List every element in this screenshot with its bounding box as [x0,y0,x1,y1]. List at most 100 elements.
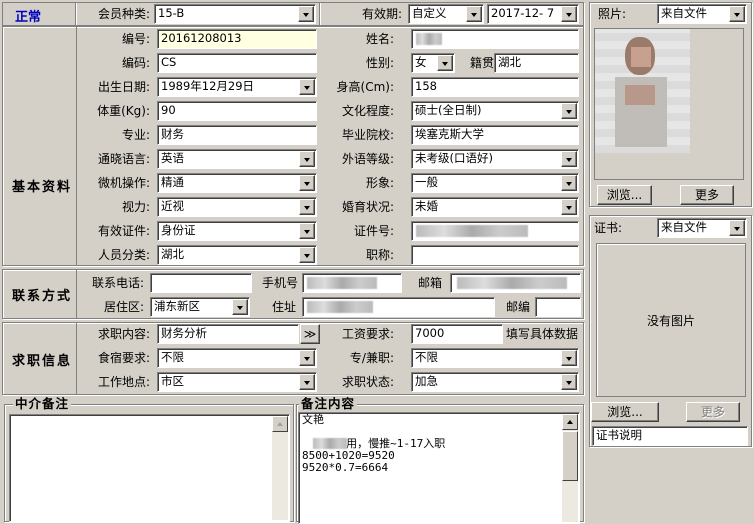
language-select[interactable]: 英语 [157,149,317,169]
scroll-up-icon[interactable] [562,414,578,430]
origin-label: 籍贯 [469,56,494,70]
chevron-down-icon[interactable] [299,199,315,215]
board-select[interactable]: 不限 [157,348,317,368]
phone-field[interactable] [150,273,252,293]
photo-more-button[interactable]: 更多 [680,185,734,205]
chevron-down-icon[interactable] [729,220,745,236]
weight-field[interactable]: 90 [157,101,317,121]
chevron-down-icon[interactable] [466,6,482,22]
section-basic-info: 基本资料 [12,180,73,195]
lang-level-select[interactable]: 未考级(口语好) [411,149,579,169]
id-doc-select[interactable]: 身份证 [157,221,317,241]
certificate-more-button: 更多 [686,402,740,422]
major-label: 专业: [121,128,150,142]
scroll-up-icon[interactable] [272,416,288,432]
chevron-down-icon[interactable] [299,374,315,390]
position-picker-button[interactable]: ≫ [300,324,320,344]
chevron-down-icon[interactable] [299,247,315,263]
appearance-select[interactable]: 一般 [411,173,579,193]
chevron-down-icon[interactable] [561,350,577,366]
salary-field[interactable]: 7000 [411,324,503,344]
language-label: 通晓语言: [97,152,150,166]
chevron-down-icon[interactable] [299,223,315,239]
category-label: 人员分类: [97,248,150,262]
job-state-label: 求职状态: [341,375,394,389]
id-number-field[interactable] [411,221,579,241]
education-label: 文化程度: [341,104,394,118]
chevron-down-icon[interactable] [729,6,745,22]
education-select[interactable]: 硕士(全日制) [411,101,579,121]
remark-textarea[interactable]: 文艳 录用，慢推~1-17入职 8500+1020=9520 9520*0.7=… [298,412,580,524]
photo-label: 照片: [598,7,627,21]
code-field[interactable]: CS [157,53,317,73]
height-field[interactable]: 158 [411,77,579,97]
job-state-select[interactable]: 加急 [411,372,579,392]
chevron-down-icon[interactable] [561,199,577,215]
name-label: 姓名: [365,32,394,46]
birth-date-picker[interactable]: 1989年12月29日 [157,77,317,97]
chevron-down-icon[interactable] [299,175,315,191]
school-field[interactable]: 埃塞克斯大学 [411,125,579,145]
title-field[interactable] [411,245,579,265]
chevron-down-icon[interactable] [299,350,315,366]
birth-label: 出生日期: [97,80,150,94]
category-select[interactable]: 湖北 [157,245,317,265]
mobile-field[interactable] [302,273,402,293]
scroll-thumb[interactable] [562,431,578,481]
chevron-down-icon[interactable] [561,103,577,119]
chevron-down-icon[interactable] [561,151,577,167]
chevron-down-icon[interactable] [232,299,248,315]
chevron-down-icon[interactable] [561,374,577,390]
marital-label: 婚育状况: [341,200,394,214]
certificate-source-select[interactable]: 来自文件 [657,218,747,238]
fulltime-select[interactable]: 不限 [411,348,579,368]
member-type-select[interactable]: 15-B [154,4,316,24]
height-label: 身高(Cm): [336,80,394,94]
certificate-label: 证书: [594,221,623,235]
id-label: 编号: [121,32,150,46]
eyesight-select[interactable]: 近视 [157,197,317,217]
position-field[interactable]: 财务分析 [157,324,299,344]
chevron-down-icon[interactable] [561,6,577,22]
validity-date-picker[interactable]: 2017-12- 7 [487,4,579,24]
photo-browse-button[interactable]: 浏览... [597,185,652,205]
chevron-down-icon[interactable] [437,55,453,71]
chevron-down-icon[interactable] [299,151,315,167]
scrollbar[interactable] [562,414,578,522]
chevron-down-icon[interactable] [298,6,314,22]
chevron-down-icon[interactable] [561,175,577,191]
code-label: 编码: [121,56,150,70]
photo-image [595,29,690,153]
district-select[interactable]: 浦东新区 [150,297,250,317]
zip-label: 邮编 [505,300,530,314]
gender-select[interactable]: 女 [411,53,455,73]
weight-label: 体重(Kg): [97,104,150,118]
agency-note-textarea[interactable] [9,414,290,522]
chevron-down-icon[interactable] [299,79,315,95]
computer-select[interactable]: 精通 [157,173,317,193]
major-field[interactable]: 财务 [157,125,317,145]
marital-select[interactable]: 未婚 [411,197,579,217]
certificate-browse-button[interactable]: 浏览... [591,402,659,422]
id-doc-label: 有效证件: [97,224,150,238]
appearance-label: 形象: [365,176,394,190]
location-select[interactable]: 市区 [157,372,317,392]
email-field[interactable] [450,273,581,293]
no-image-text: 没有图片 [646,314,695,328]
name-field[interactable] [411,29,579,49]
photo-source-select[interactable]: 来自文件 [657,4,747,24]
email-label: 邮箱 [417,276,442,290]
fulltime-label: 专/兼职: [349,351,394,365]
member-type-label: 会员种类: [97,7,150,21]
title-label: 职称: [365,248,394,262]
district-label: 居住区: [103,300,144,314]
origin-field[interactable]: 湖北 [494,53,579,73]
scrollbar[interactable] [272,416,288,520]
zip-field[interactable] [535,297,581,317]
status-cell: 正常 [2,2,76,26]
validity-type-select[interactable]: 自定义 [408,4,484,24]
salary-hint: 填写具体数据 [505,327,578,341]
id-field[interactable]: 20161208013 [157,29,317,49]
address-field[interactable] [302,297,495,317]
certificate-desc-field[interactable]: 证书说明 [592,426,748,446]
